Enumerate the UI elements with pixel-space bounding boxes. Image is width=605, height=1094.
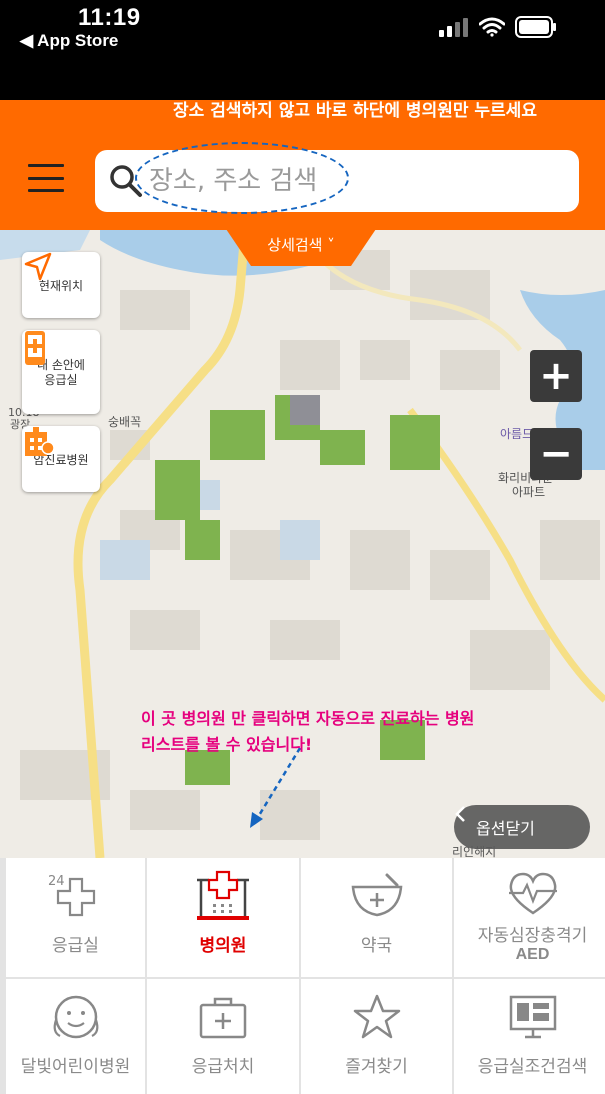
detail-search-label: 상세검색 ˅ [267,236,335,254]
star-icon [353,994,400,1039]
menu-line [28,164,64,167]
hamburger-menu-button[interactable] [28,164,64,192]
category-label: 응급실조건검색 [477,1057,588,1077]
category-label: 자동심장충격기 [477,926,588,946]
category-pharmacy[interactable]: 약국 [301,858,452,977]
annotation-line-2: 리스트를 볼 수 있습니다! [141,735,313,754]
category-label: 응급처치 [191,1057,255,1077]
hospital-icon [197,870,249,920]
svg-text:24: 24 [48,874,65,889]
dashed-highlight-ellipse [135,142,349,214]
menu-line [28,176,64,180]
category-hospital[interactable]: 병의원 [147,858,299,977]
category-condition-search[interactable]: 응급실조건검색 [454,979,605,1094]
category-label: 응급실 [52,936,99,956]
map-label: 아파트 [512,485,545,499]
category-first-aid[interactable]: 응급처치 [147,979,299,1094]
annotation-text: 이 곳 병의원 만 클릭하면 자동으로 진료하는 병원 리스트를 볼 수 있습니… [141,706,474,758]
cancer-hospital-icon [25,427,55,456]
category-label: 즐겨찾기 [345,1057,408,1077]
phone-cross-icon [25,331,45,365]
header-notice: 장소 검색하지 않고 바로 하단에 병의원만 누르세요 [173,101,537,121]
category-sub-label: AED [515,946,550,963]
annotation-line-1: 이 곳 병의원 만 클릭하면 자동으로 진료하는 병원 [141,709,475,728]
battery-icon [515,16,556,38]
emergency-24-icon: 24 [48,874,95,917]
detail-search-tab[interactable]: 상세검색 ˅ [226,229,376,266]
map-label: 숭배꼭 [108,415,141,429]
cancer-hospital-button[interactable]: 암진료병원 [22,426,100,492]
wifi-icon [479,17,505,37]
chevron-left-icon [455,806,465,822]
status-time: 11:19 [78,4,141,31]
signal-icon [439,18,468,37]
location-arrow-icon [24,252,52,281]
option-close-label: 옵션닫기 [476,819,535,838]
pharmacy-icon [351,873,402,917]
category-favorites[interactable]: 즐겨찾기 [301,979,452,1094]
menu-line [28,189,64,192]
emergency-room-in-hand-button[interactable]: 내 손안에 응급실 [22,330,100,414]
app-header: 장소 검색하지 않고 바로 하단에 병의원만 누르세요 [0,100,605,230]
option-close-button[interactable]: 옵션닫기 [454,805,590,849]
category-label: 약국 [360,936,393,956]
status-indicators [439,16,557,38]
category-grid: 24 응급실 병의원 약국 자동심장충격기 AED 달빛어린이병원 응급처치 즐… [0,858,605,1094]
moon-child-icon [53,995,98,1039]
category-label: 달빛어린이병원 [20,1057,131,1077]
category-emergency-room[interactable]: 24 응급실 [6,858,145,977]
category-aed[interactable]: 자동심장충격기 AED [454,858,605,977]
category-label: 병의원 [199,936,247,956]
first-aid-kit-icon [199,997,247,1039]
zoom-out-button[interactable]: − [530,428,582,480]
zoom-in-button[interactable]: + [530,350,582,402]
map-view[interactable]: 아름드림 화리비타운 아파트 숭배꼭 10.18 광장 리인해지 현재위치 내 … [0,230,605,858]
status-bar: 11:19 ◀ App Store [0,0,605,100]
search-box[interactable] [95,142,579,214]
aed-heart-icon [508,872,557,915]
condition-search-icon [509,995,556,1039]
current-location-button[interactable]: 현재위치 [22,252,100,318]
map-canvas: 아름드림 화리비타운 아파트 숭배꼭 10.18 광장 리인해지 [0,230,605,858]
back-to-app-store[interactable]: ◀ App Store [20,31,118,51]
category-moon-child-hospital[interactable]: 달빛어린이병원 [6,979,145,1094]
